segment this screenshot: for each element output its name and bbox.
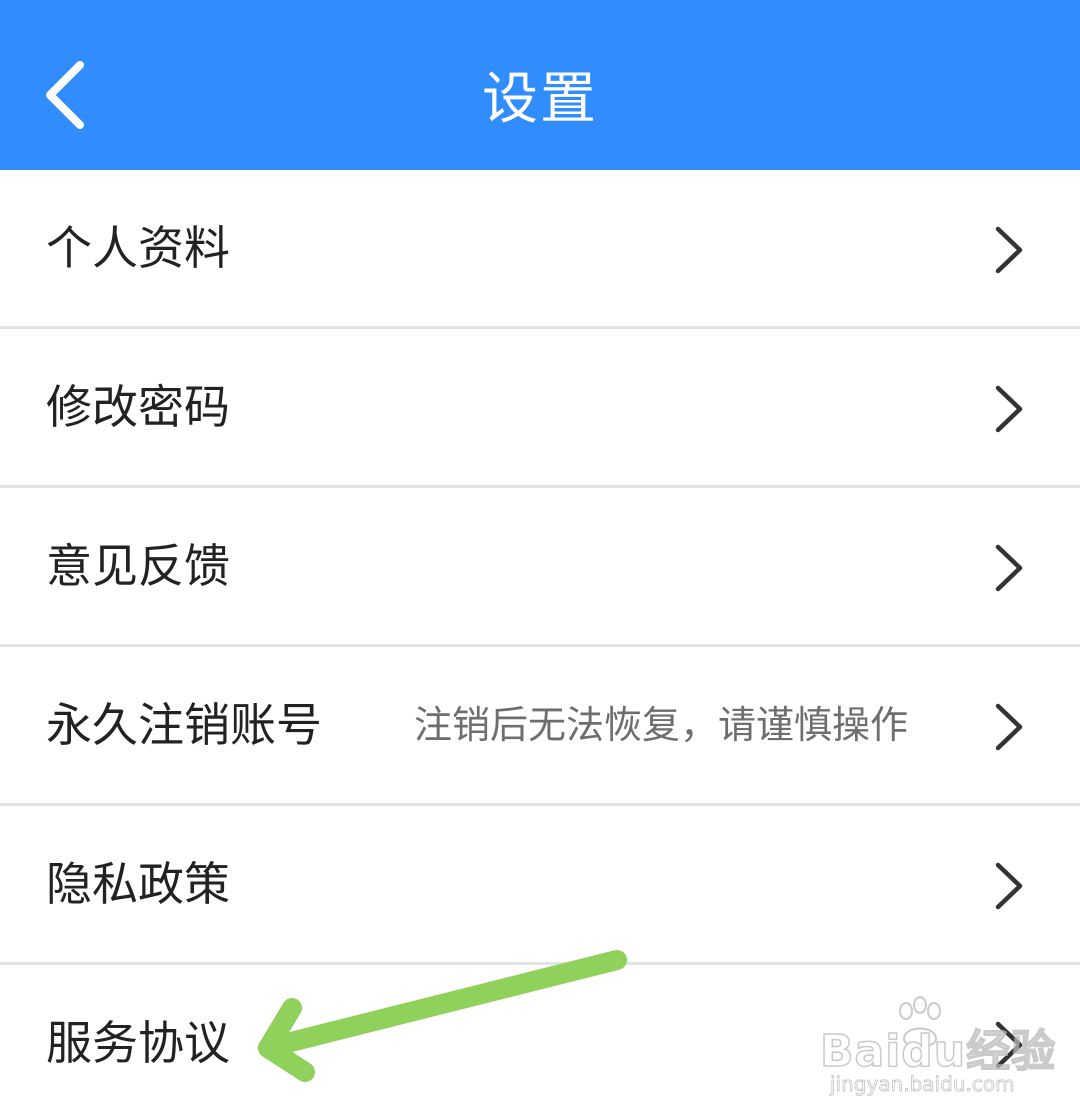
settings-item-label: 隐私政策	[46, 857, 230, 911]
settings-screen: 设置 个人资料 修改密码 意见反馈 永久注销账号 注销后无法恢复，请谨慎操作 隐…	[0, 0, 1080, 1119]
chevron-right-icon	[992, 384, 1026, 434]
settings-item-label: 服务协议	[46, 1016, 230, 1070]
settings-item-feedback[interactable]: 意见反馈	[0, 488, 1080, 647]
chevron-right-icon	[992, 225, 1026, 275]
settings-item-profile[interactable]: 个人资料	[0, 170, 1080, 329]
chevron-right-icon	[992, 1020, 1026, 1070]
chevron-right-icon	[992, 861, 1026, 911]
chevron-right-icon	[992, 702, 1026, 752]
settings-item-label: 意见反馈	[46, 539, 230, 593]
settings-item-label: 永久注销账号	[46, 698, 322, 752]
settings-item-delete-account[interactable]: 永久注销账号 注销后无法恢复，请谨慎操作	[0, 647, 1080, 806]
chevron-right-icon	[992, 543, 1026, 593]
settings-item-label: 修改密码	[46, 380, 230, 434]
settings-item-change-password[interactable]: 修改密码	[0, 329, 1080, 488]
settings-item-label: 个人资料	[46, 221, 230, 275]
settings-list: 个人资料 修改密码 意见反馈 永久注销账号 注销后无法恢复，请谨慎操作 隐私政策…	[0, 170, 1080, 1119]
back-button[interactable]	[30, 45, 110, 145]
settings-item-privacy-policy[interactable]: 隐私政策	[0, 806, 1080, 965]
nav-bar: 设置	[0, 0, 1080, 170]
chevron-left-icon	[46, 61, 84, 129]
settings-item-service-agreement[interactable]: 服务协议	[0, 965, 1080, 1119]
settings-item-hint: 注销后无法恢复，请谨慎操作	[414, 703, 909, 747]
